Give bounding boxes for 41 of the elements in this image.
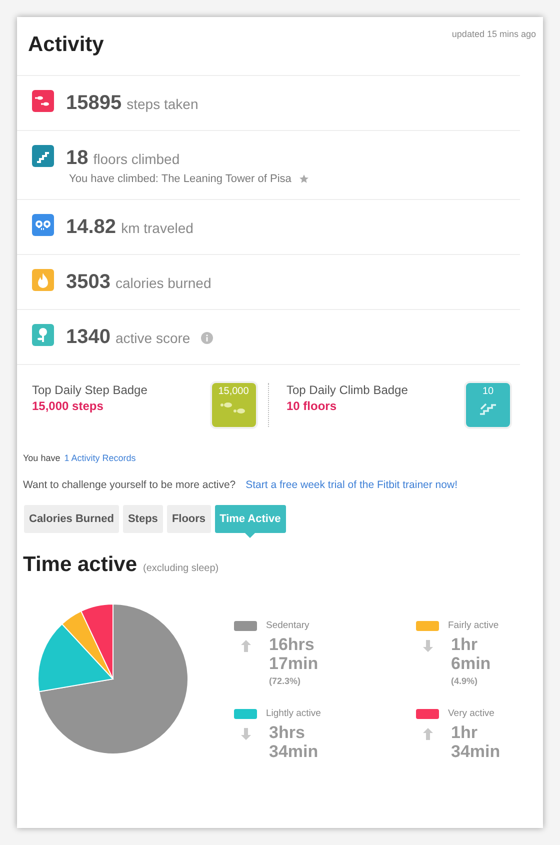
trainer-link[interactable]: Start a free week trial of the Fitbit trainer now! xyxy=(246,479,458,491)
section-title: Time active xyxy=(23,553,138,577)
tab[interactable]: Steps xyxy=(122,505,163,533)
legend-label: Very active xyxy=(448,708,494,719)
duration-value: 1hr 34min xyxy=(451,723,502,761)
percent-value: (72.3%) xyxy=(269,676,302,686)
legend-label: Lightly active xyxy=(266,708,321,719)
badge-image: 15,000 xyxy=(212,383,256,427)
stat-value: 15895 xyxy=(66,91,122,115)
card-title: Activity xyxy=(28,33,104,57)
achievement-note: You have climbed: The Leaning Tower of Pisa xyxy=(69,173,292,185)
badge-image: 10 xyxy=(466,383,510,427)
updated-time: updated 15 mins ago xyxy=(452,29,536,39)
stat-value: 3503 xyxy=(66,270,110,294)
records-text: You have xyxy=(23,453,60,463)
stat-label: km traveled xyxy=(121,219,194,238)
tab-pointer-icon xyxy=(245,533,256,538)
stat-label: active score xyxy=(116,329,190,348)
duration-value: 1hr 6min xyxy=(451,635,492,673)
info-icon[interactable] xyxy=(201,332,214,344)
legend-label: Fairly active xyxy=(448,620,499,631)
badge-title: Top Daily Climb Badge xyxy=(286,383,408,397)
stat-label: floors climbed xyxy=(93,150,180,169)
stat-value: 18 xyxy=(66,146,88,170)
stat-label: calories burned xyxy=(116,274,212,293)
badge-title: Top Daily Step Badge xyxy=(32,383,148,397)
duration-value: 16hrs 17min xyxy=(269,635,320,673)
records-link[interactable]: 1 Activity Records xyxy=(64,453,136,463)
badge-value: 10 floors xyxy=(286,399,338,413)
stat-value: 1340 xyxy=(66,325,110,349)
stat-value: 14.82 xyxy=(66,215,116,239)
badge-value: 15,000 steps xyxy=(32,399,104,413)
challenge-text: Want to challenge yourself to be more active? xyxy=(23,479,236,491)
tab[interactable]: Calories Burned xyxy=(24,505,119,533)
percent-value: (4.9%) xyxy=(451,676,479,686)
star-icon[interactable] xyxy=(299,174,310,184)
tab[interactable]: Floors xyxy=(166,505,211,533)
section-subtitle: (excluding sleep) xyxy=(143,563,219,574)
duration-value: 3hrs 34min xyxy=(269,723,320,761)
stat-label: steps taken xyxy=(126,95,198,114)
legend-label: Sedentary xyxy=(266,620,310,631)
